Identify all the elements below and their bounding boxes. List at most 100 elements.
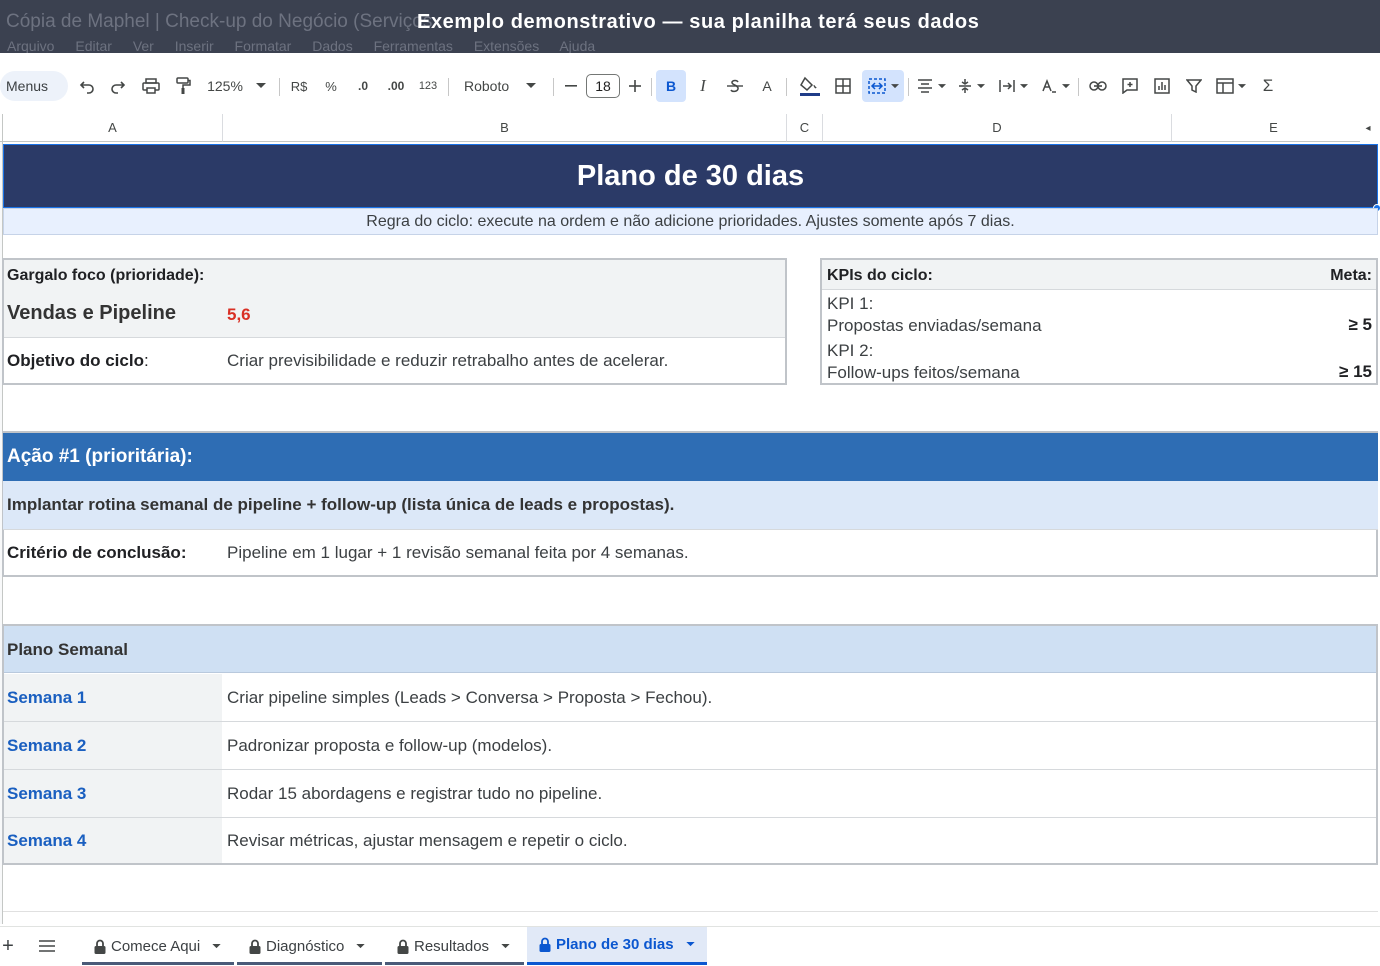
menus-search-button[interactable]: Menus (0, 71, 68, 101)
text-color-button[interactable]: A (756, 70, 778, 102)
menu-ver[interactable]: Ver (133, 38, 154, 53)
tab-plano-de-30-dias[interactable]: Plano de 30 dias (527, 927, 707, 965)
week-3-label[interactable]: Semana 3 (7, 784, 86, 804)
kpi-meta-label[interactable]: Meta: (1330, 267, 1372, 285)
italic-button[interactable]: I (693, 70, 713, 102)
objective-label-cell[interactable]: Objetivo do ciclo: (7, 351, 149, 371)
print-icon[interactable] (140, 70, 162, 102)
functions-button[interactable]: Σ (1258, 70, 1278, 102)
weekly-header[interactable]: Plano Semanal (7, 640, 128, 660)
menu-lines-icon (39, 940, 55, 952)
sum-icon: Σ (1262, 76, 1274, 95)
action-header[interactable]: Ação #1 (prioritária): (3, 433, 1378, 481)
week-3-text[interactable]: Rodar 15 abordagens e registrar tudo no … (227, 784, 602, 804)
column-header-e[interactable]: E (1172, 114, 1376, 142)
cycle-rule-text[interactable]: Regra do ciclo: execute na ordem e não a… (3, 208, 1378, 235)
kpi-1-desc[interactable]: Propostas enviadas/semana (827, 316, 1042, 336)
criterion-label[interactable]: Critério de conclusão: (7, 543, 186, 563)
focus-label[interactable]: Gargalo foco (prioridade): (7, 267, 204, 285)
week-2-text[interactable]: Padronizar proposta e follow-up (modelos… (227, 736, 552, 756)
horizontal-align-button[interactable] (914, 70, 948, 102)
column-header-a[interactable]: A (3, 114, 223, 142)
paint-format-icon[interactable] (172, 70, 194, 102)
menu-extensoes[interactable]: Extensões (474, 38, 539, 53)
week-2-label[interactable]: Semana 2 (7, 736, 86, 756)
fill-color-icon[interactable] (797, 70, 823, 102)
zoom-select[interactable]: 125% (203, 70, 247, 102)
action-text[interactable]: Implantar rotina semanal de pipeline + f… (3, 481, 1378, 529)
column-header-c[interactable]: C (787, 114, 823, 142)
text-wrap-icon (998, 80, 1015, 92)
week-4-text[interactable]: Revisar métricas, ajustar mensagem e rep… (227, 831, 628, 851)
text-wrapping-button[interactable] (996, 70, 1030, 102)
undo-icon[interactable] (76, 70, 98, 102)
increase-decimal-button[interactable]: .00 (383, 70, 409, 102)
menu-dados[interactable]: Dados (312, 38, 352, 53)
column-header-b[interactable]: B (223, 114, 787, 142)
increase-font-size-button[interactable] (625, 70, 645, 102)
plan-title[interactable]: Plano de 30 dias (3, 144, 1378, 208)
text-rotation-button[interactable] (1038, 70, 1072, 102)
rotation-chevron-down-icon (1061, 83, 1070, 88)
decrease-font-size-button[interactable] (561, 70, 581, 102)
kpi-label[interactable]: KPIs do ciclo: (827, 267, 933, 285)
objective-label: Objetivo do ciclo (7, 351, 144, 370)
toolbar: Menus 125% R$ % .0 .00 123 Roboto 18 B I… (0, 66, 1380, 106)
merge-cells-button[interactable] (862, 70, 904, 102)
grid-line (3, 911, 1378, 912)
week-1-text[interactable]: Criar pipeline simples (Leads > Conversa… (227, 688, 712, 708)
align-chevron-down-icon (937, 83, 946, 88)
filter-views-button[interactable] (1212, 70, 1250, 102)
tab-diagnostico[interactable]: Diagnóstico (237, 927, 382, 965)
font-family-select[interactable]: Roboto (458, 70, 550, 102)
all-sheets-button[interactable] (36, 927, 58, 965)
insert-link-icon[interactable] (1086, 70, 1110, 102)
percent-format-button[interactable]: % (321, 70, 341, 102)
tab-underline (82, 962, 234, 965)
title-bar: Cópia de Maphel | Check-up do Negócio (S… (0, 0, 1380, 53)
kpi-1-target[interactable]: ≥ 5 (1348, 315, 1372, 335)
menu-ferramentas[interactable]: Ferramentas (374, 38, 453, 53)
toolbar-divider (448, 78, 449, 96)
redo-icon[interactable] (107, 70, 129, 102)
tab-comece-aqui[interactable]: Comece Aqui (82, 927, 234, 965)
menu-inserir[interactable]: Inserir (175, 38, 214, 53)
menus-label: Menus (6, 78, 49, 94)
kpi-2-target[interactable]: ≥ 15 (1339, 362, 1372, 382)
kpi-1-name[interactable]: KPI 1: (827, 294, 873, 314)
tab-underline (385, 962, 524, 965)
focus-name[interactable]: Vendas e Pipeline (7, 302, 176, 325)
font-size-input[interactable]: 18 (586, 74, 620, 98)
menu-arquivo[interactable]: Arquivo (7, 38, 54, 53)
criterion-text[interactable]: Pipeline em 1 lugar + 1 revisão semanal … (227, 543, 689, 563)
week-4-label[interactable]: Semana 4 (7, 831, 86, 851)
menu-formatar[interactable]: Formatar (235, 38, 292, 53)
add-sheet-button[interactable]: + (0, 927, 16, 965)
insert-comment-icon[interactable] (1118, 70, 1142, 102)
column-header-d[interactable]: D (823, 114, 1172, 142)
document-title[interactable]: Cópia de Maphel | Check-up do Negócio (S… (6, 11, 432, 33)
insert-chart-icon[interactable] (1150, 70, 1174, 102)
action-divider (3, 529, 1378, 530)
kpi-2-name[interactable]: KPI 2: (827, 341, 873, 361)
filter-views-chevron-down-icon (1238, 83, 1246, 88)
objective-text[interactable]: Criar previsibilidade e reduzir retrabal… (227, 351, 668, 371)
scroll-left-icon[interactable]: ◂ (1360, 114, 1376, 142)
decrease-decimal-button[interactable]: .0 (351, 70, 375, 102)
focus-score[interactable]: 5,6 (227, 305, 251, 325)
merge-chevron-down-icon (890, 83, 899, 88)
bold-button[interactable]: B (656, 70, 686, 102)
zoom-chevron-down-icon[interactable] (253, 70, 269, 102)
lock-icon (94, 939, 106, 954)
borders-icon[interactable] (832, 70, 854, 102)
tab-resultados[interactable]: Resultados (385, 927, 524, 965)
kpi-2-desc[interactable]: Follow-ups feitos/semana (827, 363, 1020, 383)
vertical-align-button[interactable] (954, 70, 988, 102)
currency-format-button[interactable]: R$ (287, 70, 311, 102)
strikethrough-icon[interactable] (724, 70, 746, 102)
menu-editar[interactable]: Editar (75, 38, 112, 53)
week-1-label[interactable]: Semana 1 (7, 688, 86, 708)
menu-ajuda[interactable]: Ajuda (559, 38, 595, 53)
filter-icon[interactable] (1182, 70, 1206, 102)
more-formats-button[interactable]: 123 (416, 70, 440, 102)
